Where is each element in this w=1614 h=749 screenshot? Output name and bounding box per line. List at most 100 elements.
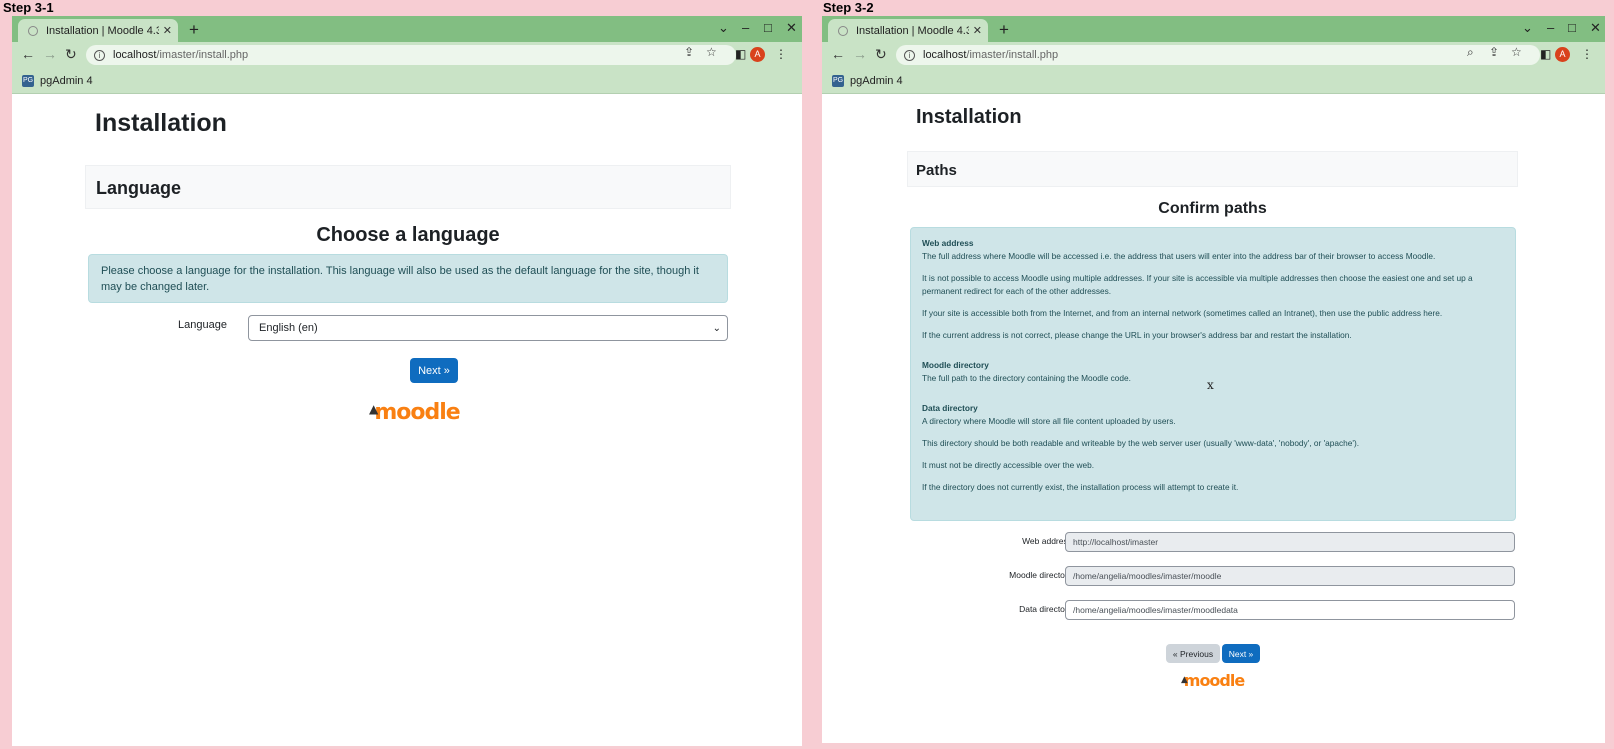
next-button[interactable]: Next » xyxy=(1222,644,1260,663)
previous-button[interactable]: « Previous xyxy=(1166,644,1220,663)
chevron-down-icon: ⌄ xyxy=(712,322,721,334)
sidepanel-icon[interactable]: ◧ xyxy=(1540,47,1551,61)
moodle-logo: ▲moodle xyxy=(1181,671,1245,690)
choose-language-heading: Choose a language xyxy=(316,224,500,246)
paths-info-alert: Web address The full address where Moodl… xyxy=(910,227,1516,521)
sidepanel-icon[interactable]: ◧ xyxy=(735,47,746,61)
new-tab-icon[interactable]: + xyxy=(189,20,199,40)
star-icon[interactable]: ☆ xyxy=(706,45,717,59)
maximize-icon[interactable]: □ xyxy=(1568,20,1576,35)
moodle-logo: ▲moodle xyxy=(369,400,461,425)
pgadmin-icon: PG xyxy=(832,74,844,87)
back-icon[interactable]: ← xyxy=(831,46,845,62)
info-alert: Please choose a language for the install… xyxy=(88,254,728,303)
new-tab-icon[interactable]: + xyxy=(999,20,1009,40)
mortarboard-icon: ▲ xyxy=(1181,674,1188,685)
web-address-desc: It is not possible to access Moodle usin… xyxy=(922,273,1473,296)
next-button[interactable]: Next » xyxy=(410,358,458,383)
page-content: Installation Language Choose a language … xyxy=(12,95,802,746)
bookmark-pgadmin[interactable]: pgAdmin 4 xyxy=(40,75,93,87)
stray-mark: x xyxy=(1207,378,1214,392)
logo-text: moodle xyxy=(374,400,460,425)
url-host: localhost xyxy=(113,49,157,61)
pgadmin-icon: PG xyxy=(22,74,34,87)
browser-toolbar: ← → ↻ i localhost/imaster/install.php ⇪ … xyxy=(12,42,802,68)
language-select[interactable]: English (en) ⌄ xyxy=(248,315,728,341)
data-directory-title: Data directory xyxy=(922,403,978,413)
data-directory-field[interactable]: /home/angelia/moodles/imaster/moodledata xyxy=(1065,600,1515,620)
share-icon[interactable]: ⇪ xyxy=(1489,45,1499,59)
selected-language: English (en) xyxy=(259,322,318,334)
forward-icon[interactable]: → xyxy=(43,46,57,62)
web-address-label: Web address xyxy=(1022,536,1072,546)
share-icon[interactable]: ⇪ xyxy=(684,45,694,59)
browser-tab[interactable]: Installation | Moodle 4.3d ✕ xyxy=(828,19,988,42)
reload-icon[interactable]: ↻ xyxy=(875,46,887,63)
bookmarks-bar: PG pgAdmin 4 xyxy=(822,68,1605,94)
web-address-title: Web address xyxy=(922,238,974,248)
minimize-icon[interactable]: – xyxy=(742,20,749,35)
title-bar: Installation | Moodle 4.3d ✕ + ⌄ – □ ✕ xyxy=(822,16,1605,42)
url-path: /imaster/install.php xyxy=(966,49,1059,61)
title-bar: Installation | Moodle 4.3d ✕ + ⌄ – □ ✕ xyxy=(12,16,802,42)
section-header: Paths xyxy=(907,151,1518,187)
url-path: /imaster/install.php xyxy=(156,49,249,61)
minimize-icon[interactable]: – xyxy=(1547,20,1554,35)
profile-avatar[interactable]: A xyxy=(1555,47,1570,62)
back-icon[interactable]: ← xyxy=(21,46,35,62)
page-title: Installation xyxy=(916,106,1022,128)
info-icon[interactable]: i xyxy=(94,49,105,61)
logo-text: moodle xyxy=(1183,671,1245,690)
profile-avatar[interactable]: A xyxy=(750,47,765,62)
browser-window: Installation | Moodle 4.3d ✕ + ⌄ – □ ✕ ←… xyxy=(822,16,1605,743)
menu-icon[interactable]: ⋮ xyxy=(775,47,787,61)
web-address-desc: If the current address is not correct, p… xyxy=(922,330,1352,340)
menu-icon[interactable]: ⋮ xyxy=(1581,47,1593,61)
close-window-icon[interactable]: ✕ xyxy=(1590,20,1601,36)
web-address-desc: The full address where Moodle will be ac… xyxy=(922,251,1436,261)
address-bar[interactable]: i localhost/imaster/install.php xyxy=(86,45,736,65)
browser-window: Installation | Moodle 4.3d ✕ + ⌄ – □ ✕ ←… xyxy=(12,16,802,746)
data-directory-desc: It must not be directly accessible over … xyxy=(922,460,1095,470)
confirm-paths-heading: Confirm paths xyxy=(1158,200,1267,217)
step-label: Step 3-1 xyxy=(3,0,54,15)
mortarboard-icon: ▲ xyxy=(369,401,378,416)
data-directory-desc: If the directory does not currently exis… xyxy=(922,482,1239,492)
maximize-icon[interactable]: □ xyxy=(764,20,772,35)
close-tab-icon[interactable]: ✕ xyxy=(973,24,982,37)
zoom-icon[interactable]: ⌕ xyxy=(1467,45,1474,60)
browser-tab[interactable]: Installation | Moodle 4.3d ✕ xyxy=(18,19,178,42)
step-label: Step 3-2 xyxy=(823,0,874,15)
address-bar[interactable]: i localhost/imaster/install.php xyxy=(896,45,1540,65)
info-icon[interactable]: i xyxy=(904,49,915,61)
close-tab-icon[interactable]: ✕ xyxy=(163,24,172,37)
tab-title: Installation | Moodle 4.3d xyxy=(856,24,969,37)
data-directory-desc: A directory where Moodle will store all … xyxy=(922,416,1176,426)
reload-icon[interactable]: ↻ xyxy=(65,46,77,63)
moodle-directory-field[interactable]: /home/angelia/moodles/imaster/moodle xyxy=(1065,566,1515,586)
language-label: Language xyxy=(178,319,227,331)
browser-toolbar: ← → ↻ i localhost/imaster/install.php ⌕ … xyxy=(822,42,1605,68)
section-title: Paths xyxy=(916,162,957,179)
star-icon[interactable]: ☆ xyxy=(1511,45,1522,59)
forward-icon[interactable]: → xyxy=(853,46,867,62)
close-window-icon[interactable]: ✕ xyxy=(786,20,797,36)
chevron-down-icon[interactable]: ⌄ xyxy=(1522,20,1533,36)
moodle-directory-label: Moodle directory xyxy=(1009,570,1072,580)
chevron-down-icon[interactable]: ⌄ xyxy=(718,20,729,36)
page-title: Installation xyxy=(95,109,227,137)
globe-icon xyxy=(838,25,848,36)
section-title: Language xyxy=(96,178,182,198)
bookmarks-bar: PG pgAdmin 4 xyxy=(12,68,802,94)
bookmark-pgadmin[interactable]: pgAdmin 4 xyxy=(850,75,903,87)
data-directory-desc: This directory should be both readable a… xyxy=(922,438,1360,448)
url-host: localhost xyxy=(923,49,967,61)
web-address-field[interactable]: http://localhost/imaster xyxy=(1065,532,1515,552)
page-content: Installation Paths Confirm paths Web add… xyxy=(822,95,1605,743)
tab-title: Installation | Moodle 4.3d xyxy=(46,24,159,37)
globe-icon xyxy=(28,25,38,36)
moodle-directory-title: Moodle directory xyxy=(922,360,989,370)
web-address-desc: If your site is accessible both from the… xyxy=(922,308,1443,318)
section-header: Language xyxy=(85,165,731,209)
data-directory-label: Data directory xyxy=(1019,604,1072,614)
